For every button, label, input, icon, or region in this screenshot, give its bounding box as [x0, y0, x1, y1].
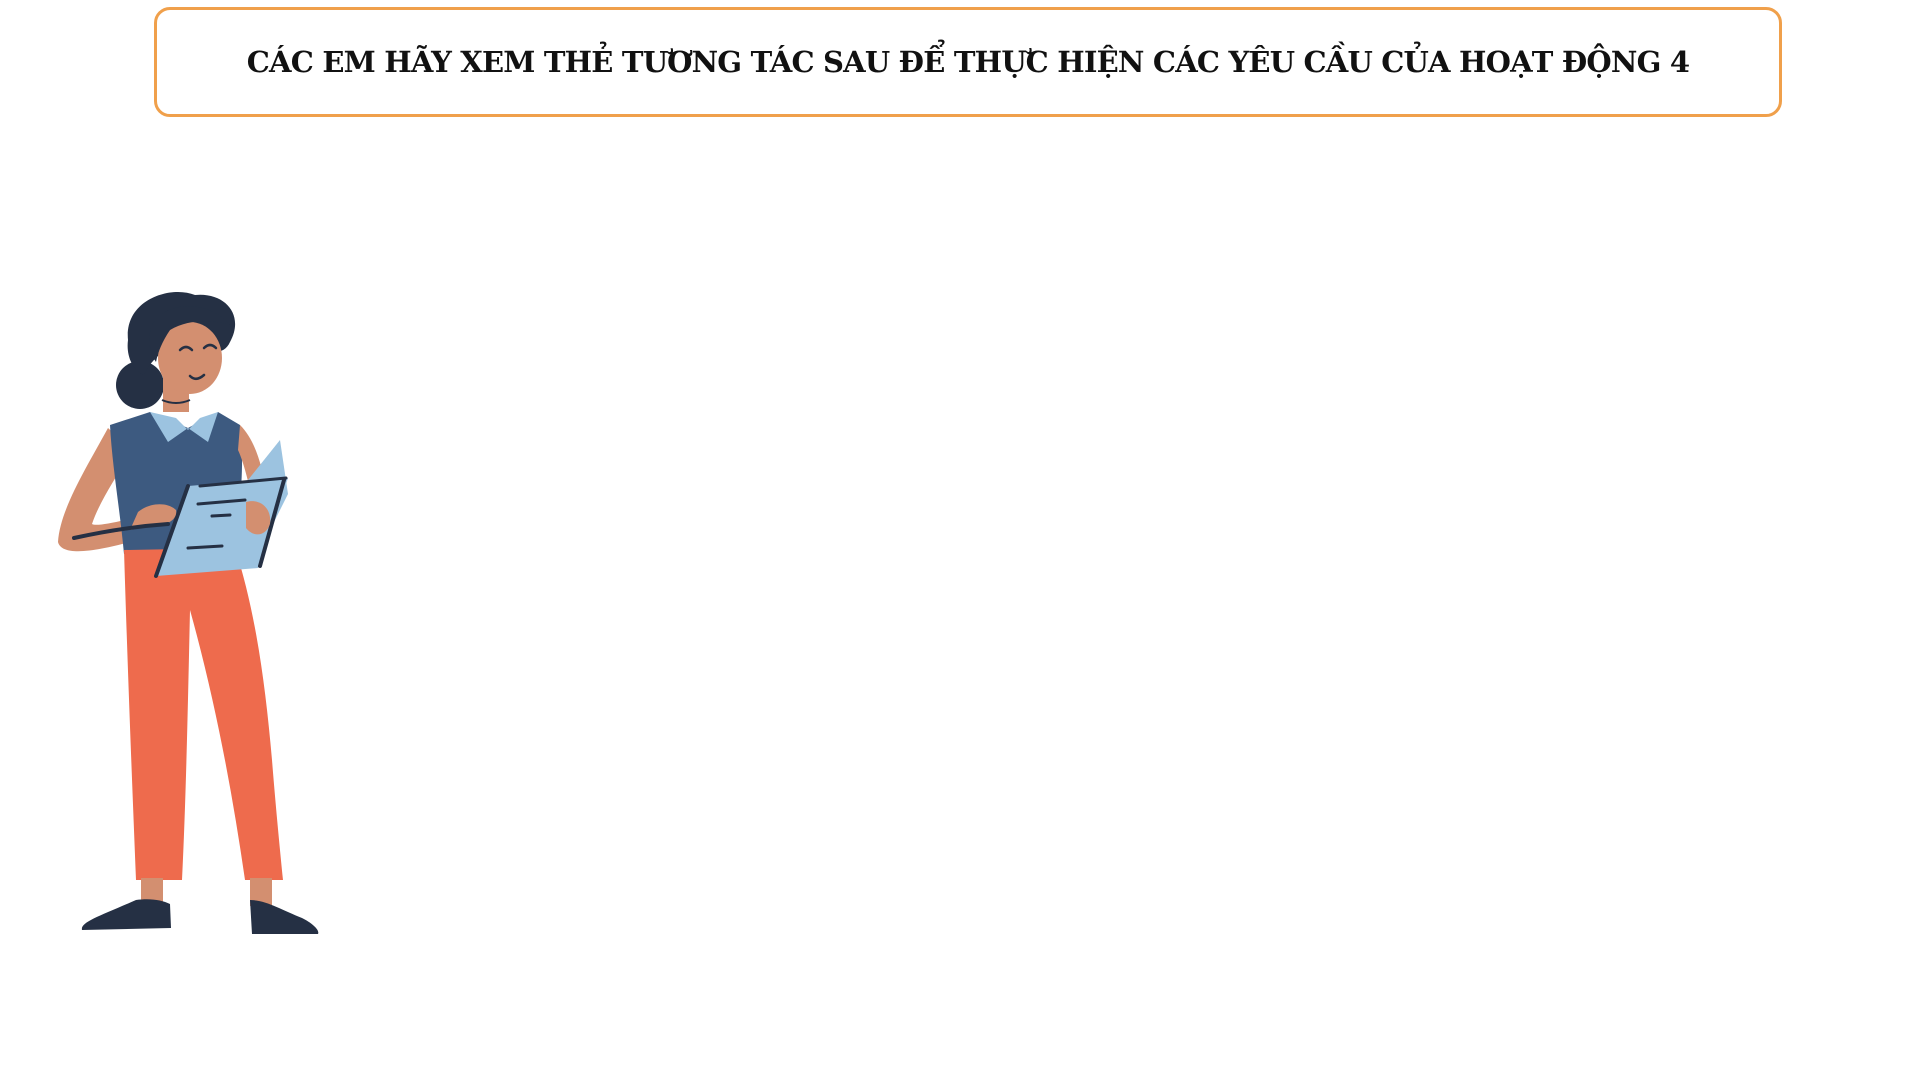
woman-with-tablet-illustration — [58, 292, 319, 934]
shoe-left — [81, 899, 171, 930]
title-box: CÁC EM HÃY XEM THẺ TƯƠNG TÁC SAU ĐỂ THỰC… — [154, 7, 1782, 117]
page-title: CÁC EM HÃY XEM THẺ TƯƠNG TÁC SAU ĐỂ THỰC… — [246, 45, 1690, 79]
tablet-line-2 — [210, 513, 232, 518]
tablet-line-3 — [186, 544, 224, 550]
interactive-card-area — [400, 150, 1880, 1050]
shoe-right — [250, 900, 319, 934]
pants — [124, 548, 283, 880]
